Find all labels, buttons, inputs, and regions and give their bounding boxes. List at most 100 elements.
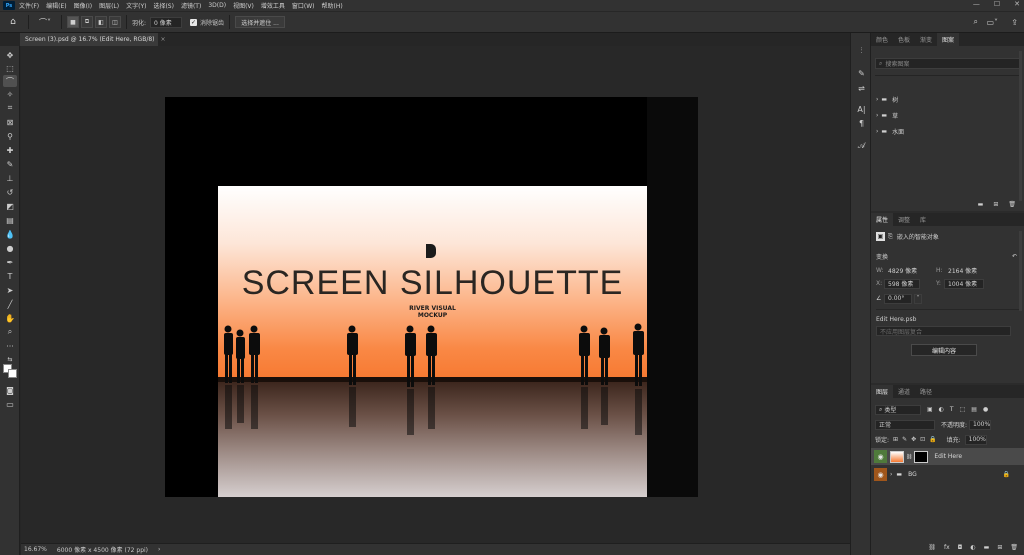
menu-type[interactable]: 文字(Y) <box>126 1 146 10</box>
link-layers-icon[interactable]: ⛓ <box>928 544 936 551</box>
tab-gradients[interactable]: 渐变 <box>915 33 937 46</box>
chevron-right-icon[interactable]: › <box>890 471 892 478</box>
tab-swatches[interactable]: 色板 <box>893 33 915 46</box>
close-window-icon[interactable]: ✕ <box>1014 0 1020 8</box>
document-canvas[interactable]: SCREEN SILHOUETTE RIVER VISUAL MOCKUP <box>165 97 698 497</box>
layer-name[interactable]: BG <box>908 471 917 478</box>
workspace-icon[interactable]: ▭˅ <box>986 18 998 27</box>
patterns-scrollbar[interactable] <box>1019 51 1022 201</box>
marquee-tool-icon[interactable]: ⬚ <box>3 62 17 74</box>
new-layer-icon[interactable]: ⊞ <box>997 544 1002 551</box>
minimize-icon[interactable]: — <box>973 0 980 8</box>
hand-tool-icon[interactable]: ✋ <box>3 312 17 324</box>
share-icon[interactable]: ⇪ <box>1011 18 1018 27</box>
paragraph-icon[interactable]: ¶ <box>855 118 868 129</box>
tab-channels[interactable]: 通道 <box>893 385 915 398</box>
pen-tool-icon[interactable]: ✒ <box>3 256 17 268</box>
menu-help[interactable]: 帮助(H) <box>322 1 343 10</box>
character-icon[interactable]: A| <box>855 104 868 115</box>
height-value[interactable]: 2164 像素 <box>948 266 977 275</box>
screen-mode-icon[interactable]: ▭ <box>3 398 17 410</box>
y-input[interactable]: 1004 像素 <box>944 278 984 289</box>
new-pattern-icon[interactable]: ⊞ <box>993 201 998 208</box>
lasso-tool-icon[interactable]: ⌒ <box>3 75 17 87</box>
layer-row[interactable]: ◉ ⛓ Edit Here <box>871 448 1024 465</box>
blend-mode-select[interactable]: 正常 <box>875 419 935 430</box>
adjustment-layer-icon[interactable]: ◐ <box>970 544 975 551</box>
visibility-eye-icon[interactable]: ◉ <box>874 450 887 463</box>
subtract-selection-icon[interactable]: ◧ <box>95 16 107 28</box>
delete-layer-icon[interactable]: 🗑 <box>1010 544 1018 551</box>
search-icon[interactable]: ⌕ <box>974 17 978 27</box>
status-expand-icon[interactable]: › <box>158 546 160 553</box>
history-icon[interactable]: ⫶ <box>855 45 868 56</box>
stamp-tool-icon[interactable]: ⊥ <box>3 172 17 184</box>
menu-filter[interactable]: 滤镜(T) <box>181 1 201 10</box>
healing-tool-icon[interactable]: ✚ <box>3 144 17 156</box>
filter-pixel-icon[interactable]: ▣ <box>927 406 933 413</box>
feather-input[interactable]: 0 像素 <box>150 16 183 28</box>
menu-layer[interactable]: 图层(L) <box>99 1 119 10</box>
layer-row[interactable]: ◉ › ▬ BG 🔒 <box>871 466 1024 483</box>
new-group-icon[interactable]: ▬ <box>984 544 990 551</box>
tab-color[interactable]: 颜色 <box>871 33 893 46</box>
filter-smart-object-icon[interactable]: ▤ <box>971 406 977 413</box>
menu-edit[interactable]: 编辑(E) <box>46 1 66 10</box>
brushes-icon[interactable]: ⇌ <box>855 83 868 94</box>
angle-input[interactable]: 0.00° <box>884 293 912 304</box>
home-icon[interactable]: ⌂ <box>3 17 23 27</box>
fill-input[interactable]: 100% <box>964 434 987 445</box>
more-tools-icon[interactable]: ··· <box>3 340 17 352</box>
maximize-icon[interactable]: ☐ <box>994 0 1000 8</box>
zoom-level[interactable]: 16.67% <box>24 546 47 553</box>
add-mask-icon[interactable]: ◘ <box>958 544 963 551</box>
menu-file[interactable]: 文件(F) <box>19 1 39 10</box>
add-selection-icon[interactable]: ⧉ <box>81 16 93 28</box>
canvas-area[interactable]: SCREEN SILHOUETTE RIVER VISUAL MOCKUP <box>21 46 850 543</box>
close-tab-icon[interactable]: × <box>161 36 166 43</box>
move-tool-icon[interactable]: ✥ <box>3 49 17 61</box>
menu-view[interactable]: 视图(V) <box>233 1 254 10</box>
lock-artboard-icon[interactable]: ⊡ <box>920 436 925 443</box>
visibility-eye-icon[interactable]: ◉ <box>874 468 887 481</box>
intersect-selection-icon[interactable]: ◫ <box>109 16 121 28</box>
lasso-preset-icon[interactable]: ⌒˅ <box>34 17 56 28</box>
layer-style-icon[interactable]: fx <box>944 544 950 551</box>
tab-libraries[interactable]: 库 <box>915 213 931 226</box>
path-selection-tool-icon[interactable]: ➤ <box>3 284 17 296</box>
pattern-folder[interactable]: › ▬ 水面 <box>876 125 904 137</box>
filter-toggle-icon[interactable]: ● <box>983 406 988 413</box>
delete-icon[interactable]: 🗑 <box>1008 201 1016 208</box>
chevron-down-icon[interactable]: ˅ <box>914 293 922 304</box>
lock-transparent-icon[interactable]: ⊞ <box>893 436 898 443</box>
crop-tool-icon[interactable]: ⌗ <box>3 102 17 114</box>
tab-adjustments[interactable]: 调整 <box>893 213 915 226</box>
new-group-icon[interactable]: ▬ <box>978 201 984 208</box>
menu-plugins[interactable]: 增效工具 <box>261 1 285 10</box>
document-tab[interactable]: Screen (3).psd @ 16.7% (Edit Here, RGB/8… <box>20 33 166 46</box>
type-tool-icon[interactable]: T <box>3 270 17 282</box>
filter-type-icon[interactable]: T <box>950 406 954 413</box>
reset-transform-icon[interactable]: ↶ <box>1012 253 1017 260</box>
antialias-checkbox[interactable]: ✓ <box>190 18 198 26</box>
new-selection-icon[interactable]: ■ <box>67 16 79 28</box>
width-value[interactable]: 4829 像素 <box>888 266 936 275</box>
edit-contents-button[interactable]: 编辑内容 <box>911 344 977 356</box>
lock-image-icon[interactable]: ✎ <box>902 436 907 443</box>
background-color-swatch[interactable] <box>8 369 17 378</box>
eyedropper-tool-icon[interactable]: ⚲ <box>3 130 17 142</box>
x-input[interactable]: 598 像素 <box>884 278 920 289</box>
brush-tool-icon[interactable]: ✎ <box>3 158 17 170</box>
patterns-search-input[interactable]: ⌕ 搜索图案 <box>875 58 1020 69</box>
filter-shape-icon[interactable]: ⬚ <box>960 406 966 413</box>
zoom-tool-icon[interactable]: ⌕ <box>3 326 17 338</box>
tab-patterns[interactable]: 图案 <box>937 33 960 46</box>
tab-properties[interactable]: 属性 <box>871 213 894 226</box>
line-tool-icon[interactable]: ╱ <box>3 298 17 310</box>
pattern-folder[interactable]: › ▬ 草 <box>876 109 898 121</box>
select-and-mask-button[interactable]: 选择并遮住 ... <box>235 16 286 28</box>
layer-kind-filter[interactable]: ⌕ 类型 <box>875 404 921 415</box>
quick-mask-icon[interactable]: ◙ <box>3 384 17 396</box>
history-brush-tool-icon[interactable]: ↺ <box>3 186 17 198</box>
pattern-folder[interactable]: › ▬ 树 <box>876 93 898 105</box>
